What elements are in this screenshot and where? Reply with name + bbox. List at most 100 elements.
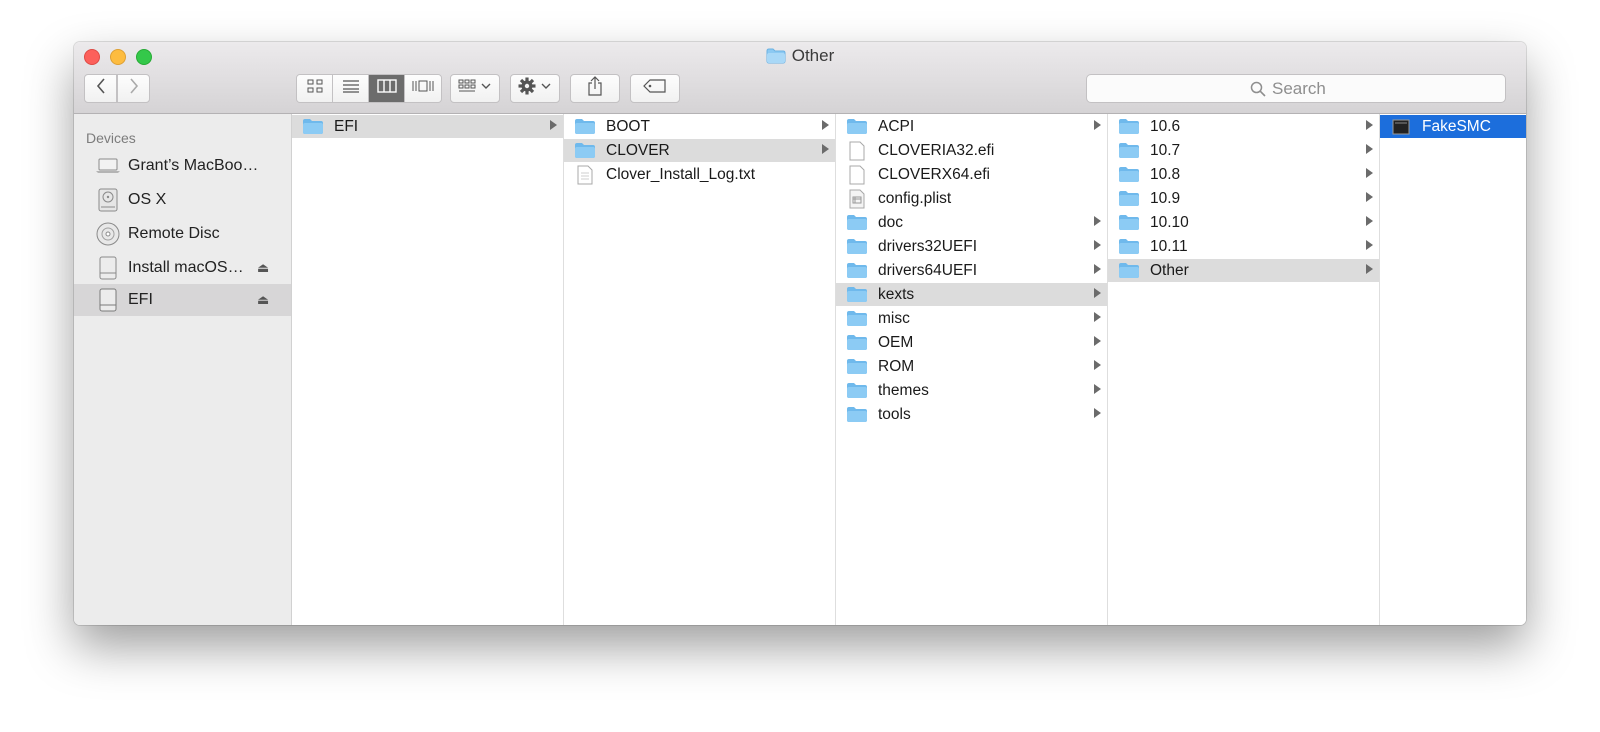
item-label: 10.11: [1150, 237, 1188, 255]
item-label: 10.6: [1150, 117, 1181, 135]
view-mode-control: [296, 74, 442, 103]
item-label: CLOVER: [606, 141, 670, 159]
sidebar-item-label: Remote Disc: [128, 225, 220, 242]
plist-file-icon: [846, 189, 868, 208]
list-item[interactable]: 10.10: [1108, 211, 1379, 234]
list-item[interactable]: tools: [836, 403, 1107, 426]
item-label: BOOT: [606, 117, 650, 135]
list-item[interactable]: misc: [836, 307, 1107, 330]
sidebar-item-install-macos[interactable]: Install macOS… ⏏: [74, 252, 291, 284]
item-label: config.plist: [878, 189, 952, 207]
folder-icon: [846, 214, 868, 232]
icon-view-icon: [307, 79, 323, 98]
eject-icon[interactable]: ⏏: [257, 292, 269, 308]
item-label: 10.10: [1150, 213, 1189, 231]
sidebar-item-os-x[interactable]: OS X: [74, 184, 291, 216]
list-item[interactable]: 10.9: [1108, 187, 1379, 210]
forward-button[interactable]: [117, 74, 150, 103]
item-label: 10.8: [1150, 165, 1181, 183]
list-item[interactable]: CLOVER: [564, 139, 835, 162]
text-file-icon: [574, 165, 596, 184]
list-item[interactable]: ROM: [836, 355, 1107, 378]
list-view-icon: [342, 79, 360, 98]
list-item[interactable]: 10.11: [1108, 235, 1379, 258]
item-label: drivers64UEFI: [878, 261, 978, 279]
sidebar-item-macbook[interactable]: Grant’s MacBoo…: [74, 150, 291, 182]
cover-flow-button[interactable]: [405, 75, 441, 102]
file-icon: [846, 165, 868, 184]
folder-icon: [574, 142, 596, 160]
action-button[interactable]: [510, 74, 560, 103]
item-label: CLOVERX64.efi: [878, 165, 990, 183]
list-item[interactable]: CLOVERX64.efi: [836, 163, 1107, 186]
list-view-button[interactable]: [333, 75, 369, 102]
list-item[interactable]: BOOT: [564, 115, 835, 138]
arrange-grid-icon: [458, 79, 492, 98]
item-label: FakeSMC: [1422, 117, 1491, 135]
item-label: drivers32UEFI: [878, 237, 978, 255]
disclosure-arrow-icon: [1094, 384, 1101, 394]
sidebar-item-label: Install macOS…: [128, 259, 244, 276]
folder-icon: [1118, 142, 1140, 160]
folder-icon: [846, 382, 868, 400]
list-item[interactable]: kexts: [836, 283, 1107, 306]
list-item[interactable]: Other: [1108, 259, 1379, 282]
list-item[interactable]: 10.7: [1108, 139, 1379, 162]
list-item[interactable]: EFI: [292, 115, 563, 138]
browser-column-5: FakeSMC: [1380, 114, 1526, 625]
back-button[interactable]: [84, 74, 117, 103]
sidebar-item-remote-disc[interactable]: Remote Disc: [74, 218, 291, 250]
folder-icon: [1118, 238, 1140, 256]
browser-column-1: EFI: [292, 114, 564, 625]
disclosure-arrow-icon: [550, 120, 557, 130]
list-item[interactable]: doc: [836, 211, 1107, 234]
column-view-icon: [376, 79, 397, 98]
list-item[interactable]: CLOVERIA32.efi: [836, 139, 1107, 162]
item-label: kexts: [878, 285, 915, 303]
list-item[interactable]: FakeSMC: [1380, 115, 1526, 138]
item-label: ACPI: [878, 117, 915, 135]
list-item[interactable]: ACPI: [836, 115, 1107, 138]
list-item[interactable]: config.plist: [836, 187, 1107, 210]
share-button[interactable]: [570, 74, 620, 103]
folder-icon: [846, 310, 868, 328]
cover-flow-icon: [412, 79, 434, 98]
folder-icon: [766, 48, 786, 69]
folder-icon: [846, 406, 868, 424]
eject-icon[interactable]: ⏏: [257, 260, 269, 276]
disclosure-arrow-icon: [1094, 360, 1101, 370]
list-item[interactable]: drivers32UEFI: [836, 235, 1107, 258]
arrange-button[interactable]: [450, 74, 500, 103]
list-item[interactable]: OEM: [836, 331, 1107, 354]
list-item[interactable]: drivers64UEFI: [836, 259, 1107, 282]
optical-disc-icon: [96, 222, 120, 246]
folder-icon: [846, 262, 868, 280]
browser-column-4: 10.6 10.7 10.8 10.9 10.10 10.11 Other: [1108, 114, 1380, 625]
disclosure-arrow-icon: [1094, 288, 1101, 298]
file-icon: [846, 141, 868, 160]
chevron-left-icon: [96, 78, 106, 99]
disclosure-arrow-icon: [1094, 336, 1101, 346]
tag-button[interactable]: [630, 74, 680, 103]
list-item[interactable]: themes: [836, 379, 1107, 402]
search-field[interactable]: [1086, 74, 1506, 103]
folder-icon: [1118, 118, 1140, 136]
disclosure-arrow-icon: [1094, 264, 1101, 274]
item-label: doc: [878, 213, 903, 231]
chevron-right-icon: [129, 78, 139, 99]
icon-view-button[interactable]: [297, 75, 333, 102]
search-input[interactable]: [1272, 78, 1342, 99]
column-view-button[interactable]: [369, 75, 405, 102]
disclosure-arrow-icon: [1366, 240, 1373, 250]
folder-icon: [846, 334, 868, 352]
item-label: 10.9: [1150, 189, 1181, 207]
list-item[interactable]: 10.8: [1108, 163, 1379, 186]
disclosure-arrow-icon: [1366, 216, 1373, 226]
sidebar-item-efi[interactable]: EFI ⏏: [74, 284, 291, 316]
sidebar-item-label: Grant’s MacBoo…: [128, 157, 259, 174]
item-label: CLOVERIA32.efi: [878, 141, 995, 159]
disclosure-arrow-icon: [1366, 120, 1373, 130]
list-item[interactable]: Clover_Install_Log.txt: [564, 163, 835, 186]
list-item[interactable]: 10.6: [1108, 115, 1379, 138]
disclosure-arrow-icon: [1366, 144, 1373, 154]
